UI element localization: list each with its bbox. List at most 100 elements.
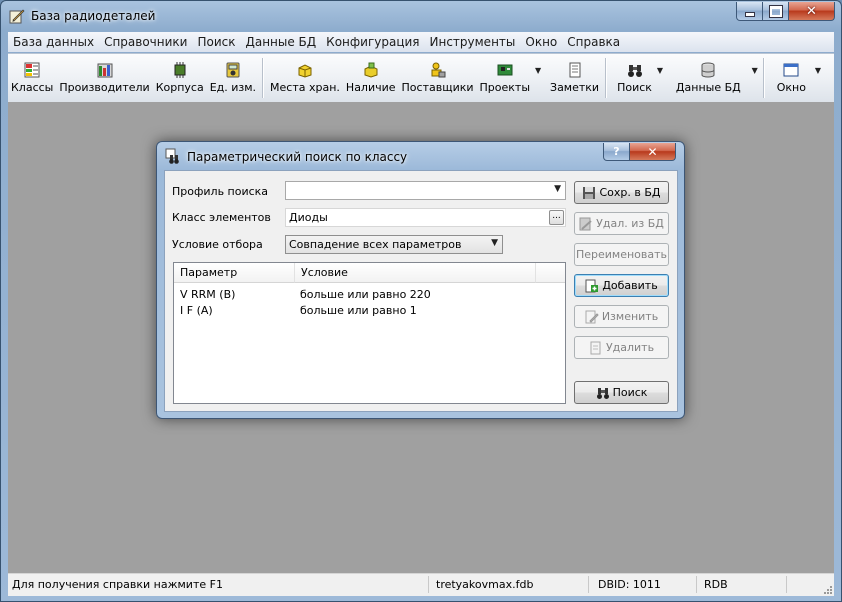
suppliers-button[interactable]: Поставщики [399, 62, 477, 94]
window-button[interactable]: Окно [774, 62, 809, 94]
remove-button[interactable]: Удалить [574, 336, 669, 359]
menu-configuration[interactable]: Конфигурация [321, 35, 424, 49]
edit-document-icon [585, 310, 599, 323]
manufacturers-label: Производители [59, 81, 150, 94]
close-button[interactable]: ✕ [789, 2, 835, 21]
save-to-db-button[interactable]: Сохр. в БД [574, 181, 669, 204]
minimize-button[interactable] [736, 2, 763, 21]
column-header-parameter[interactable]: Параметр [174, 263, 295, 283]
row-parameter: I F (А) [180, 304, 213, 317]
maximize-button[interactable] [763, 2, 789, 21]
projects-dropdown-arrow-icon[interactable]: ▼ [533, 66, 543, 75]
rename-label: Переименовать [575, 248, 668, 261]
storage-label: Места хран. [270, 81, 340, 94]
add-button[interactable]: Добавить [574, 274, 669, 297]
condition-label: Условие отбора [172, 238, 263, 251]
app-pencil-icon [9, 9, 25, 24]
profile-label: Профиль поиска [172, 185, 269, 198]
menu-bar: База данных Справочники Поиск Данные БД … [8, 32, 834, 52]
dialog-body: Профиль поиска ▼ Класс элементов Диоды .… [164, 170, 678, 412]
delete-db-icon [579, 217, 592, 230]
row-parameter: V RRM (В) [180, 288, 236, 301]
menu-references[interactable]: Справочники [99, 35, 192, 49]
window-dropdown-arrow-icon[interactable]: ▼ [813, 66, 823, 75]
rename-button[interactable]: Переименовать [574, 243, 669, 266]
search-dropdown-arrow-icon[interactable]: ▼ [655, 66, 665, 75]
save-to-db-label: Сохр. в БД [599, 186, 661, 199]
title-bar[interactable]: База радиодеталей ✕ [1, 1, 841, 32]
classes-label: Классы [11, 81, 54, 94]
class-browse-button[interactable]: ... [549, 210, 564, 225]
add-document-icon [585, 279, 599, 292]
manufacturers-button[interactable]: Производители [56, 62, 152, 94]
close-icon: ✕ [647, 144, 658, 159]
packages-button[interactable]: Корпуса [153, 62, 207, 94]
db-data-dropdown-arrow-icon[interactable]: ▼ [750, 66, 760, 75]
menu-tools[interactable]: Инструменты [425, 35, 521, 49]
units-button[interactable]: Ед. изм. [207, 62, 259, 94]
condition-combobox[interactable]: Совпадение всех параметров ▼ [285, 235, 503, 254]
suppliers-icon [431, 62, 446, 78]
maximize-icon [768, 4, 783, 18]
status-bar: Для получения справки нажмите F1 tretyak… [8, 573, 834, 596]
resize-grip-icon[interactable] [822, 584, 832, 594]
dialog-close-button[interactable]: ✕ [630, 143, 676, 161]
close-icon: ✕ [806, 3, 817, 19]
status-db-file: tretyakovmax.fdb [436, 578, 534, 591]
storage-boxes-icon [298, 64, 312, 78]
availability-box-icon [364, 62, 378, 78]
menu-search[interactable]: Поиск [192, 35, 240, 49]
profile-combobox[interactable]: ▼ [285, 181, 566, 200]
chip-icon [174, 62, 186, 78]
window-label: Окно [776, 81, 806, 94]
parametric-search-dialog: Параметрический поиск по классу ? ✕ Проф… [156, 141, 685, 419]
search-execute-label: Поиск [612, 386, 648, 399]
condition-value: Совпадение всех параметров [289, 238, 462, 251]
database-icon [701, 62, 715, 78]
remove-label: Удалить [605, 341, 655, 354]
classes-button[interactable]: Классы [8, 62, 56, 94]
storage-button[interactable]: Места хран. [267, 62, 343, 94]
db-data-button[interactable]: Данные БД [673, 62, 744, 94]
status-divider [786, 576, 787, 593]
column-header-condition[interactable]: Условие [295, 263, 536, 283]
db-data-label: Данные БД [675, 81, 741, 94]
delete-from-db-button[interactable]: Удал. из БД [574, 212, 669, 235]
class-field[interactable]: Диоды [285, 208, 566, 227]
status-divider [428, 576, 429, 593]
notes-label: Заметки [550, 81, 600, 94]
units-label: Ед. изм. [209, 81, 257, 94]
packages-label: Корпуса [155, 81, 204, 94]
menu-db-data[interactable]: Данные БД [240, 35, 321, 49]
search-execute-button[interactable]: Поиск [574, 381, 669, 404]
remove-document-icon [590, 341, 601, 354]
projects-label: Проекты [479, 81, 531, 94]
projects-button[interactable]: Проекты [477, 62, 534, 94]
search-button[interactable]: Поиск [614, 62, 655, 94]
dialog-help-button[interactable]: ? [603, 143, 630, 161]
availability-button[interactable]: Наличие [343, 62, 399, 94]
circuit-board-icon [497, 64, 513, 76]
status-hint: Для получения справки нажмите F1 [12, 578, 223, 591]
menu-window[interactable]: Окно [520, 35, 562, 49]
menu-help[interactable]: Справка [562, 35, 625, 49]
notes-button[interactable]: Заметки [547, 62, 602, 94]
edit-label: Изменить [601, 310, 659, 323]
save-disk-icon [583, 186, 596, 199]
multimeter-icon [226, 62, 240, 78]
window-title: База радиодеталей [31, 9, 156, 23]
manufacturers-icon [97, 63, 113, 78]
menu-database[interactable]: База данных [8, 35, 99, 49]
status-db-type: RDB [704, 578, 728, 591]
toolbar-separator [762, 58, 765, 98]
binoculars-icon [627, 65, 642, 77]
binoculars-icon [165, 148, 179, 164]
status-dbid: DBID: 1011 [598, 578, 661, 591]
row-condition: больше или равно 1 [300, 304, 417, 317]
dialog-title: Параметрический поиск по классу [187, 150, 408, 164]
row-condition: больше или равно 220 [300, 288, 431, 301]
toolbar: Классы Производители Корпуса Ед. изм. Ме… [8, 53, 834, 103]
add-label: Добавить [602, 279, 658, 292]
classes-icon [24, 62, 40, 78]
edit-button[interactable]: Изменить [574, 305, 669, 328]
